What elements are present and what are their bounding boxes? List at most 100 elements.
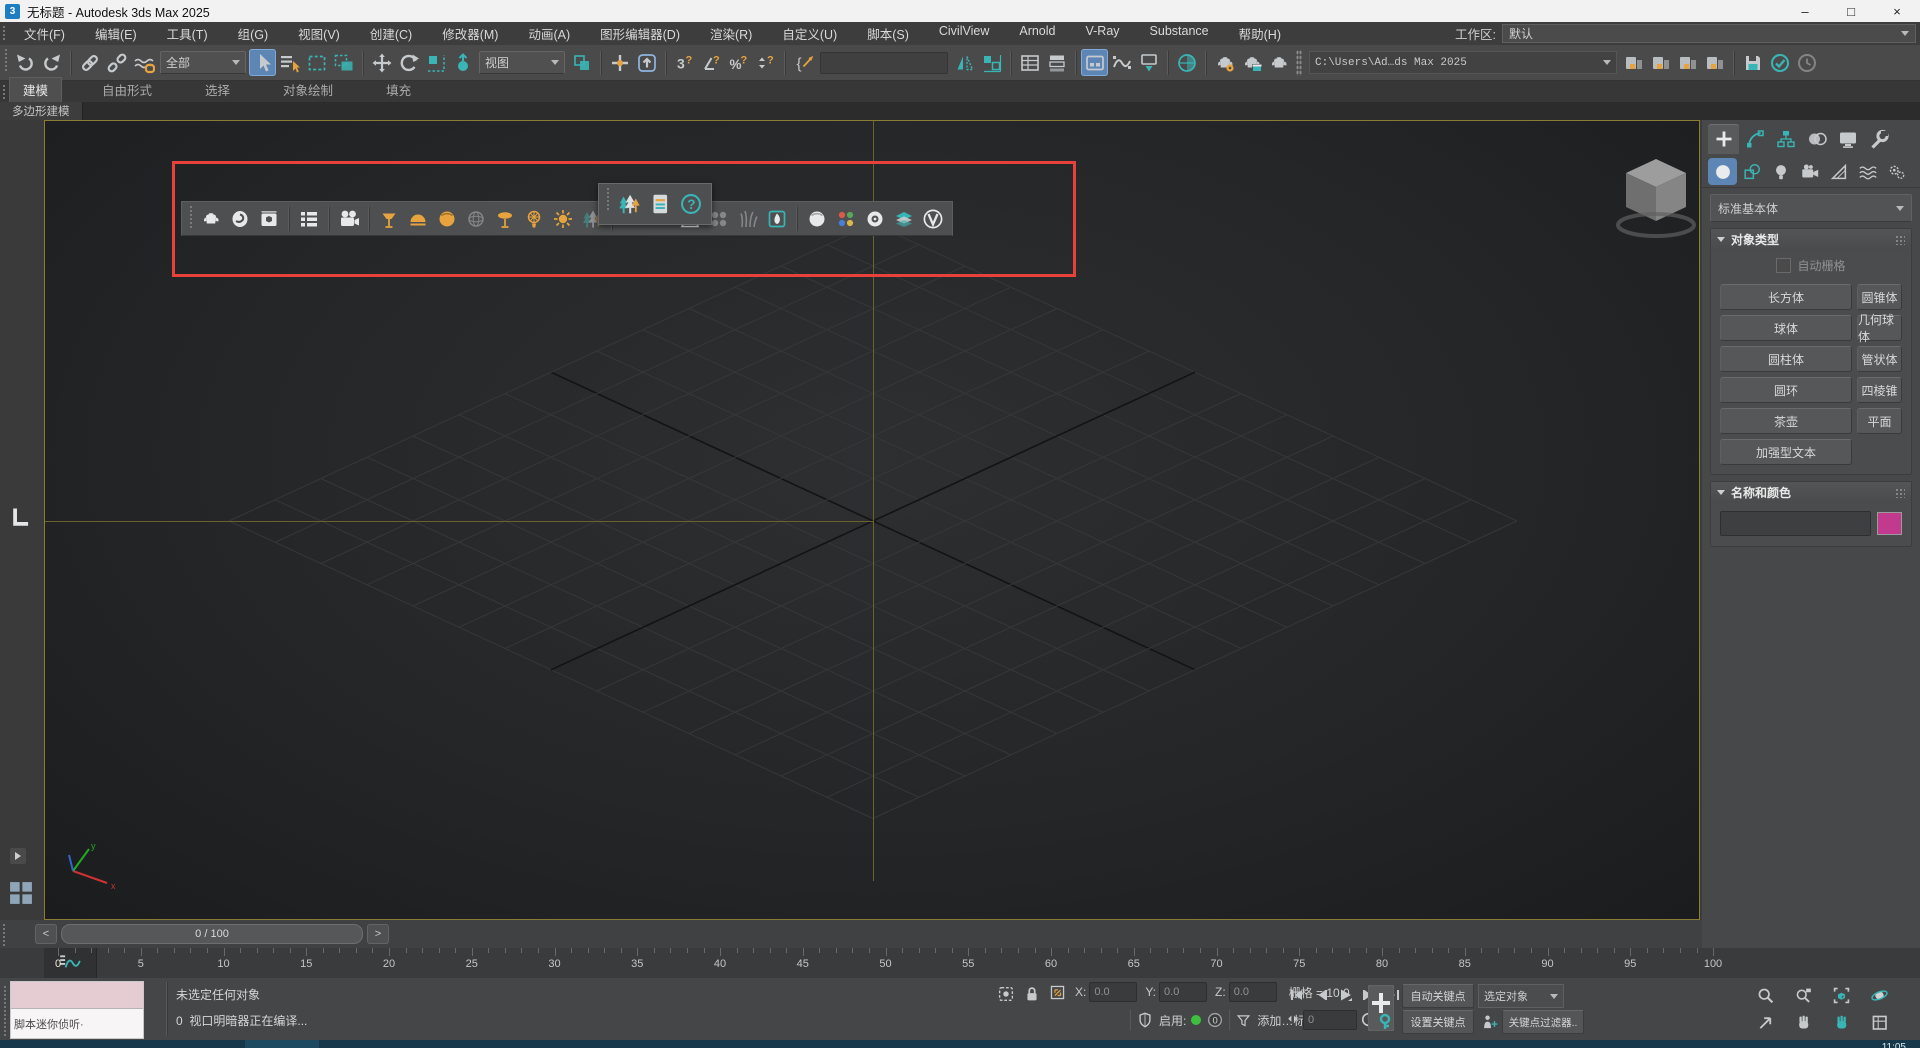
- close-button[interactable]: ×: [1874, 0, 1920, 22]
- toolbar-grip[interactable]: [606, 187, 611, 211]
- previous-frame-button[interactable]: <: [35, 924, 57, 944]
- current-frame-field[interactable]: 0: [1303, 1010, 1357, 1030]
- selection-lock-icon[interactable]: [1022, 984, 1042, 1004]
- go-to-start-button[interactable]: [1286, 984, 1308, 1006]
- name-color-rollout-header[interactable]: 名称和颜色: [1711, 482, 1911, 503]
- vray-volume-grid-icon[interactable]: [762, 204, 791, 233]
- perspective-viewport[interactable]: ? x y: [44, 120, 1700, 920]
- set-keys-button[interactable]: [1368, 985, 1394, 1031]
- vray-fur-icon[interactable]: [733, 204, 762, 233]
- menu-m[interactable]: 修改器(M): [427, 24, 513, 43]
- vray-frame-buffer-icon[interactable]: [225, 204, 254, 233]
- toggle-ribbon-icon[interactable]: [1081, 49, 1108, 76]
- subtab-geometry[interactable]: [1708, 158, 1737, 185]
- reference-coordinate-system-dropdown[interactable]: 视图: [479, 51, 565, 74]
- vray-sphere-light-icon[interactable]: [432, 204, 461, 233]
- selection-set-dropdown[interactable]: 选定对象: [1478, 984, 1564, 1008]
- toolbar-grip[interactable]: [189, 205, 194, 229]
- menu-substance[interactable]: Substance: [1135, 24, 1224, 38]
- minimize-button[interactable]: –: [1782, 0, 1828, 22]
- object-name-field[interactable]: [1720, 511, 1871, 536]
- tab-motion[interactable]: [1801, 124, 1832, 154]
- toggle-scene-explorer-icon[interactable]: [1016, 49, 1043, 76]
- object-color-swatch[interactable]: [1877, 512, 1902, 535]
- viewport-layout-icon[interactable]: [6, 878, 36, 908]
- project-folder-field[interactable]: C:\Users\Ad…ds Max 2025: [1309, 51, 1617, 74]
- orbit-icon[interactable]: [1860, 982, 1898, 1009]
- key-filters-button[interactable]: 关键点过滤器..: [1502, 1010, 1584, 1034]
- listener-field[interactable]: 脚本迷你侦听·: [11, 1009, 143, 1038]
- dock-expand-button[interactable]: [10, 848, 26, 864]
- tab-utilities[interactable]: [1863, 124, 1894, 154]
- workspace-dropdown[interactable]: 默认: [1502, 24, 1916, 43]
- previous-frame-button[interactable]: [1310, 984, 1332, 1006]
- vray-light-icon[interactable]: [374, 204, 403, 233]
- spinner-snap-icon[interactable]: ?: [752, 49, 779, 76]
- subtab-systems[interactable]: [1882, 158, 1911, 185]
- walk-through-icon[interactable]: [1822, 1009, 1860, 1036]
- named-selection-sets-field[interactable]: [820, 52, 948, 74]
- subtab-helpers[interactable]: [1824, 158, 1853, 185]
- menu-d[interactable]: 图形编辑器(D): [585, 24, 695, 43]
- keyboard-shortcut-override-icon[interactable]: [633, 49, 660, 76]
- object-button-四棱锥[interactable]: 四棱锥: [1857, 377, 1902, 403]
- maximize-viewport-icon[interactable]: [1860, 1009, 1898, 1036]
- ribbon-tab-自由形式[interactable]: 自由形式: [89, 78, 165, 102]
- vray-dome-light-icon[interactable]: [403, 204, 432, 233]
- ribbon-tab-对象绘制[interactable]: 对象绘制: [270, 78, 346, 102]
- object-button-平面[interactable]: 平面: [1857, 408, 1902, 434]
- subtab-spacewarps[interactable]: [1853, 158, 1882, 185]
- select-by-name-icon[interactable]: [276, 49, 303, 76]
- align-icon[interactable]: [978, 49, 1005, 76]
- auto-key-button[interactable]: 自动关键点: [1402, 984, 1474, 1008]
- vray-asset-browser-icon[interactable]: [254, 204, 283, 233]
- toolbar-grip[interactable]: [4, 48, 9, 72]
- vray-disc-light-icon[interactable]: [490, 204, 519, 233]
- schematic-view-icon[interactable]: [1135, 49, 1162, 76]
- ribbon-panel-tab[interactable]: 多边形建模: [0, 102, 83, 120]
- select-and-rotate-icon[interactable]: [395, 49, 422, 76]
- x-coordinate-field[interactable]: 0.0: [1089, 982, 1137, 1002]
- vray-render-icon[interactable]: [196, 204, 225, 233]
- selection-filter-dropdown[interactable]: 全部: [160, 51, 246, 74]
- edit-named-selection-sets-icon[interactable]: {: [790, 49, 817, 76]
- taskbar-button[interactable]: [245, 1040, 319, 1048]
- menu-a[interactable]: 动画(A): [513, 24, 585, 43]
- menu-c[interactable]: 创建(C): [355, 24, 427, 43]
- vray-menu-icon[interactable]: [918, 204, 947, 233]
- vray-camera-icon[interactable]: [334, 204, 363, 233]
- menu-arnold[interactable]: Arnold: [1004, 24, 1070, 38]
- angle-snap-icon[interactable]: ?: [698, 49, 725, 76]
- select-and-scale-icon[interactable]: [422, 49, 449, 76]
- redo-icon[interactable]: [38, 49, 65, 76]
- subtab-lights[interactable]: [1766, 158, 1795, 185]
- object-button-加强型文本[interactable]: 加强型文本: [1720, 439, 1852, 465]
- object-button-管状体[interactable]: 管状体: [1857, 346, 1902, 372]
- subtab-shapes[interactable]: [1737, 158, 1766, 185]
- maxscript-mini-listener[interactable]: 脚本迷你侦听·: [10, 981, 144, 1039]
- autogrid-checkbox[interactable]: [1776, 258, 1791, 273]
- play-button[interactable]: [1334, 984, 1356, 1006]
- tab-create[interactable]: [1708, 124, 1739, 154]
- mirror-icon[interactable]: [951, 49, 978, 76]
- use-pivot-point-center-icon[interactable]: [568, 49, 595, 76]
- vray-color-picker-icon[interactable]: [831, 204, 860, 233]
- time-slider[interactable]: 0 / 100: [61, 924, 363, 944]
- vray-physical-camera-icon[interactable]: [860, 204, 889, 233]
- zoom-all-icon[interactable]: [1784, 982, 1822, 1009]
- scene-state-4-icon[interactable]: [1701, 49, 1728, 76]
- vray-help-icon[interactable]: ?: [675, 188, 706, 221]
- windows-taskbar[interactable]: 11:05: [0, 1040, 1920, 1048]
- select-and-move-icon[interactable]: [368, 49, 395, 76]
- menu-u[interactable]: 自定义(U): [767, 24, 852, 43]
- macro-recorder-field[interactable]: [11, 982, 143, 1009]
- undo-icon[interactable]: [11, 49, 38, 76]
- rendered-frame-window-icon[interactable]: [1238, 49, 1265, 76]
- validate-scene-icon[interactable]: [1766, 49, 1793, 76]
- menu-vray[interactable]: V-Ray: [1071, 24, 1135, 38]
- percent-snap-icon[interactable]: %?: [725, 49, 752, 76]
- save-scene-icon[interactable]: [1739, 49, 1766, 76]
- object-button-球体[interactable]: 球体: [1720, 315, 1852, 341]
- mini-curve-editor-button[interactable]: [44, 948, 97, 978]
- zoom-icon[interactable]: [1746, 982, 1784, 1009]
